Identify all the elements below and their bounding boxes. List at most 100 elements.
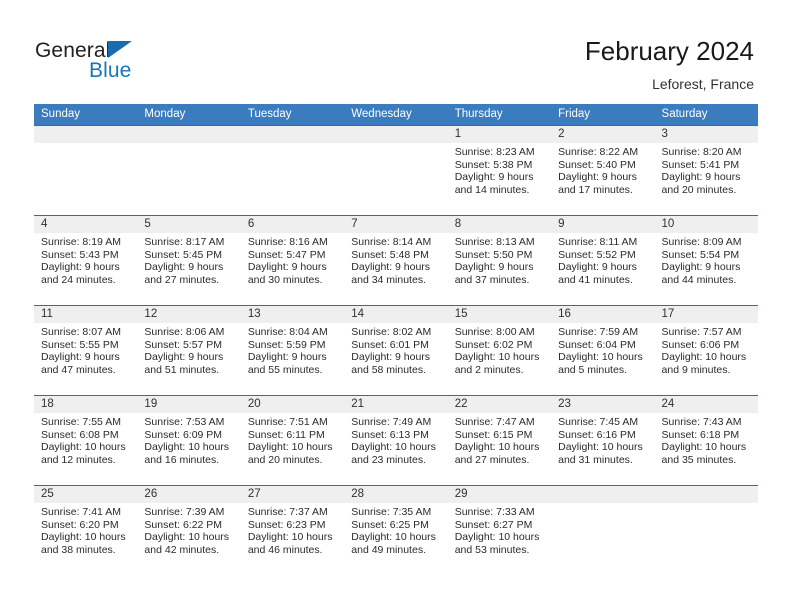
day-cell[interactable]: Sunrise: 8:22 AM Sunset: 5:40 PM Dayligh… bbox=[551, 143, 654, 215]
day-cell[interactable]: Sunrise: 8:16 AM Sunset: 5:47 PM Dayligh… bbox=[241, 233, 344, 305]
sunset-text: Sunset: 6:16 PM bbox=[558, 428, 636, 441]
day-number[interactable]: 3 bbox=[655, 126, 758, 143]
day-cell[interactable]: Sunrise: 7:51 AM Sunset: 6:11 PM Dayligh… bbox=[241, 413, 344, 485]
sunset-text: Sunset: 6:25 PM bbox=[351, 518, 429, 531]
day-cell[interactable] bbox=[655, 503, 758, 575]
sunset-text: Sunset: 6:18 PM bbox=[661, 428, 740, 441]
daylight-text-line1: Daylight: 10 hours bbox=[351, 441, 436, 454]
sunrise-text: Sunrise: 7:33 AM bbox=[454, 506, 535, 518]
day-cell[interactable]: Sunrise: 8:07 AM Sunset: 5:55 PM Dayligh… bbox=[34, 323, 137, 395]
day-number[interactable]: 12 bbox=[137, 306, 240, 323]
daylight-text-line1: Daylight: 9 hours bbox=[558, 171, 637, 184]
day-cell[interactable]: Sunrise: 8:02 AM Sunset: 6:01 PM Dayligh… bbox=[344, 323, 447, 395]
day-number[interactable]: 27 bbox=[241, 486, 344, 503]
day-number[interactable] bbox=[344, 126, 447, 143]
day-cell[interactable]: Sunrise: 8:17 AM Sunset: 5:45 PM Dayligh… bbox=[137, 233, 240, 305]
daylight-text-line2: and 35 minutes. bbox=[661, 453, 737, 466]
day-number[interactable]: 16 bbox=[551, 306, 654, 323]
day-cell[interactable]: Sunrise: 7:37 AM Sunset: 6:23 PM Dayligh… bbox=[241, 503, 344, 575]
day-cell[interactable]: Sunrise: 7:45 AM Sunset: 6:16 PM Dayligh… bbox=[551, 413, 654, 485]
day-cell[interactable]: Sunrise: 7:59 AM Sunset: 6:04 PM Dayligh… bbox=[551, 323, 654, 395]
day-number[interactable]: 7 bbox=[344, 216, 447, 233]
day-number[interactable] bbox=[655, 486, 758, 503]
day-cell[interactable]: Sunrise: 7:43 AM Sunset: 6:18 PM Dayligh… bbox=[655, 413, 758, 485]
day-number[interactable]: 8 bbox=[448, 216, 551, 233]
day-cell[interactable]: Sunrise: 7:47 AM Sunset: 6:15 PM Dayligh… bbox=[448, 413, 551, 485]
day-number[interactable]: 23 bbox=[551, 396, 654, 413]
day-number[interactable]: 22 bbox=[448, 396, 551, 413]
sunrise-text: Sunrise: 7:41 AM bbox=[41, 506, 121, 518]
day-cell[interactable]: Sunrise: 8:09 AM Sunset: 5:54 PM Dayligh… bbox=[655, 233, 758, 305]
daylight-text-line1: Daylight: 10 hours bbox=[558, 441, 643, 454]
day-number[interactable]: 11 bbox=[34, 306, 137, 323]
day-cell[interactable] bbox=[34, 143, 137, 215]
day-cell[interactable]: Sunrise: 8:14 AM Sunset: 5:48 PM Dayligh… bbox=[344, 233, 447, 305]
day-number[interactable]: 14 bbox=[344, 306, 447, 323]
day-number[interactable]: 20 bbox=[241, 396, 344, 413]
day-number[interactable] bbox=[137, 126, 240, 143]
daylight-text-line1: Daylight: 9 hours bbox=[247, 261, 327, 274]
daylight-text-line1: Daylight: 10 hours bbox=[41, 441, 126, 454]
sunset-text: Sunset: 5:47 PM bbox=[247, 248, 326, 261]
day-cell[interactable]: Sunrise: 8:13 AM Sunset: 5:50 PM Dayligh… bbox=[448, 233, 551, 305]
day-number[interactable]: 10 bbox=[655, 216, 758, 233]
day-cell[interactable]: Sunrise: 7:33 AM Sunset: 6:27 PM Dayligh… bbox=[448, 503, 551, 575]
day-number[interactable] bbox=[241, 126, 344, 143]
day-number[interactable]: 15 bbox=[448, 306, 551, 323]
sunrise-text: Sunrise: 8:23 AM bbox=[454, 146, 535, 158]
day-number[interactable]: 6 bbox=[241, 216, 344, 233]
day-cell[interactable]: Sunrise: 7:41 AM Sunset: 6:20 PM Dayligh… bbox=[34, 503, 137, 575]
daylight-text-line1: Daylight: 10 hours bbox=[454, 531, 540, 544]
weekday-header-tuesday: Tuesday bbox=[247, 108, 292, 120]
day-number[interactable]: 9 bbox=[551, 216, 654, 233]
day-number[interactable]: 28 bbox=[344, 486, 447, 503]
day-number[interactable]: 17 bbox=[655, 306, 758, 323]
day-number[interactable] bbox=[551, 486, 654, 503]
day-number[interactable]: 21 bbox=[344, 396, 447, 413]
daylight-text-line1: Daylight: 9 hours bbox=[454, 171, 534, 184]
day-number[interactable]: 26 bbox=[137, 486, 240, 503]
day-cell[interactable]: Sunrise: 8:00 AM Sunset: 6:02 PM Dayligh… bbox=[448, 323, 551, 395]
day-number[interactable]: 18 bbox=[34, 396, 137, 413]
day-number[interactable]: 2 bbox=[551, 126, 654, 143]
day-number[interactable]: 13 bbox=[241, 306, 344, 323]
day-cell[interactable]: Sunrise: 7:53 AM Sunset: 6:09 PM Dayligh… bbox=[137, 413, 240, 485]
day-number[interactable]: 25 bbox=[34, 486, 137, 503]
daylight-text-line2: and 51 minutes. bbox=[144, 363, 220, 376]
day-cell[interactable]: Sunrise: 7:39 AM Sunset: 6:22 PM Dayligh… bbox=[137, 503, 240, 575]
sunrise-text: Sunrise: 7:47 AM bbox=[454, 416, 535, 428]
sunset-text: Sunset: 6:15 PM bbox=[454, 428, 533, 441]
week-day-details: Sunrise: 8:23 AM Sunset: 5:38 PM Dayligh… bbox=[34, 143, 758, 215]
daylight-text-line2: and 44 minutes. bbox=[661, 273, 737, 286]
day-cell[interactable]: Sunrise: 8:04 AM Sunset: 5:59 PM Dayligh… bbox=[241, 323, 344, 395]
day-number[interactable]: 5 bbox=[137, 216, 240, 233]
weekday-header-thursday: Thursday bbox=[454, 108, 503, 120]
day-number[interactable] bbox=[34, 126, 137, 143]
day-number[interactable]: 24 bbox=[655, 396, 758, 413]
day-cell[interactable]: Sunrise: 8:11 AM Sunset: 5:52 PM Dayligh… bbox=[551, 233, 654, 305]
sunrise-text: Sunrise: 8:19 AM bbox=[41, 236, 121, 248]
week-day-numbers: 1 2 3 bbox=[34, 126, 758, 143]
day-number[interactable]: 4 bbox=[34, 216, 137, 233]
day-cell[interactable]: Sunrise: 8:23 AM Sunset: 5:38 PM Dayligh… bbox=[448, 143, 551, 215]
day-number[interactable]: 1 bbox=[448, 126, 551, 143]
day-number[interactable]: 19 bbox=[137, 396, 240, 413]
sunrise-text: Sunrise: 8:16 AM bbox=[247, 236, 328, 248]
brand-logo[interactable]: General Blue bbox=[35, 39, 205, 91]
day-cell[interactable] bbox=[241, 143, 344, 215]
daylight-text-line2: and 49 minutes. bbox=[351, 543, 426, 556]
day-cell[interactable]: Sunrise: 7:55 AM Sunset: 6:08 PM Dayligh… bbox=[34, 413, 137, 485]
day-number[interactable]: 29 bbox=[448, 486, 551, 503]
weekday-header-monday: Monday bbox=[144, 108, 186, 120]
day-cell[interactable] bbox=[551, 503, 654, 575]
day-cell[interactable]: Sunrise: 8:19 AM Sunset: 5:43 PM Dayligh… bbox=[34, 233, 137, 305]
day-cell[interactable]: Sunrise: 7:35 AM Sunset: 6:25 PM Dayligh… bbox=[344, 503, 447, 575]
sunset-text: Sunset: 6:09 PM bbox=[144, 428, 223, 441]
day-cell[interactable] bbox=[344, 143, 447, 215]
day-cell[interactable] bbox=[137, 143, 240, 215]
sunrise-text: Sunrise: 7:59 AM bbox=[558, 326, 639, 338]
day-cell[interactable]: Sunrise: 7:57 AM Sunset: 6:06 PM Dayligh… bbox=[655, 323, 758, 395]
day-cell[interactable]: Sunrise: 7:49 AM Sunset: 6:13 PM Dayligh… bbox=[344, 413, 447, 485]
day-cell[interactable]: Sunrise: 8:06 AM Sunset: 5:57 PM Dayligh… bbox=[137, 323, 240, 395]
day-cell[interactable]: Sunrise: 8:20 AM Sunset: 5:41 PM Dayligh… bbox=[655, 143, 758, 215]
